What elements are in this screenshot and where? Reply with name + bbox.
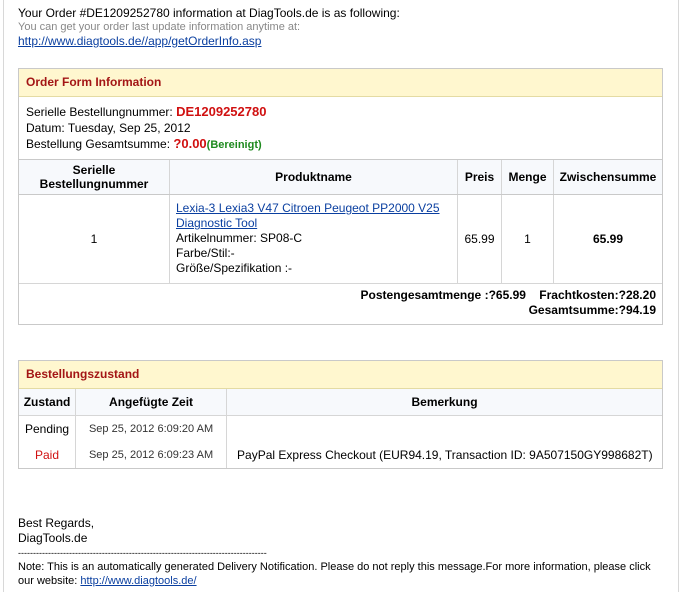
row-subtotal: 65.99	[553, 194, 662, 283]
product-color: Farbe/Stil:-	[176, 246, 235, 261]
intro: Your Order #DE1209252780 information at …	[18, 6, 668, 49]
order-totals: Postengesamtmenge :?65.99 Frachtkosten:?…	[19, 282, 662, 324]
product-size: Größe/Spezifikation :-	[176, 261, 293, 276]
status-remark	[226, 415, 662, 442]
items-header-row: Serielle Bestellungnummer Produktname Pr…	[19, 159, 662, 195]
email-footer: Best Regards, DiagTools.de -------------…	[18, 516, 668, 588]
col-serial: Serielle Bestellungnummer	[19, 159, 170, 195]
order-form-box: Order Form Information Serielle Bestellu…	[18, 68, 663, 325]
col-remark: Bemerkung	[226, 389, 662, 416]
order-form-title: Order Form Information	[19, 69, 662, 97]
col-time: Angefügte Zeit	[75, 389, 227, 416]
regards: Best Regards,	[18, 516, 95, 530]
auto-note: Note: This is an automatically generated…	[18, 560, 668, 588]
total-label: Bestellung Gesamtsumme:	[26, 137, 171, 151]
items-table: Serielle Bestellungnummer Produktname Pr…	[19, 159, 662, 283]
col-state: Zustand	[19, 389, 76, 416]
table-row: Pending Sep 25, 2012 6:09:20 AM	[19, 415, 662, 442]
row-serial: 1	[90, 231, 98, 246]
signature: DiagTools.de	[18, 531, 88, 545]
col-product: Produktname	[169, 159, 458, 195]
order-total-line: Bestellung Gesamtsumme: ?0.00(Bereinigt)	[26, 136, 655, 153]
row-price: 65.99	[457, 194, 502, 283]
total-note: (Bereinigt)	[206, 139, 262, 151]
order-date-line: Datum: Tuesday, Sep 25, 2012	[26, 120, 655, 136]
status-remark: PayPal Express Checkout (EUR94.19, Trans…	[226, 442, 662, 468]
order-total: ?0.00	[173, 136, 207, 151]
status-time: Sep 25, 2012 6:09:23 AM	[75, 442, 227, 468]
table-row: 1 Lexia-3 Lexia3 V47 Citroen Peugeot PP2…	[19, 194, 662, 283]
product-article: Artikelnummer: SP08-C	[176, 231, 303, 246]
order-summary: Serielle Bestellungnummer: DE1209252780 …	[19, 97, 662, 159]
order-number-line: Serielle Bestellungnummer: DE1209252780	[26, 104, 655, 120]
order-number-label: Serielle Bestellungnummer:	[26, 105, 173, 119]
order-date: Tuesday, Sep 25, 2012	[67, 121, 191, 135]
row-product: Lexia-3 Lexia3 V47 Citroen Peugeot PP200…	[169, 194, 458, 283]
col-subtotal: Zwischensumme	[553, 159, 662, 195]
status-time: Sep 25, 2012 6:09:20 AM	[75, 415, 227, 442]
shipping-cost: Frachtkosten:?28.20	[539, 287, 656, 302]
col-qty: Menge	[501, 159, 554, 195]
col-price: Preis	[457, 159, 502, 195]
website-link[interactable]: http://www.diagtools.de/	[80, 575, 196, 587]
status-table: Zustand Angefügte Zeit Bemerkung Pending…	[19, 389, 662, 468]
email-page: Your Order #DE1209252780 information at …	[0, 0, 683, 592]
intro-subtext: You can get your order last update infor…	[18, 21, 301, 33]
order-info-link[interactable]: http://www.diagtools.de//app/getOrderInf…	[18, 34, 261, 48]
order-status-title: Bestellungszustand	[19, 361, 662, 389]
items-total: Postengesamtmenge :?65.99	[360, 287, 526, 302]
divider: ----------------------------------------…	[18, 548, 267, 558]
status-state: Pending	[25, 422, 70, 436]
intro-heading: Your Order #DE1209252780 information at …	[18, 6, 400, 20]
date-label: Datum:	[26, 121, 65, 135]
table-row: Paid Sep 25, 2012 6:09:23 AM PayPal Expr…	[19, 442, 662, 468]
product-link[interactable]: Lexia-3 Lexia3 V47 Citroen Peugeot PP200…	[176, 201, 440, 230]
grand-total: Gesamtsumme:?94.19	[528, 302, 656, 317]
status-header-row: Zustand Angefügte Zeit Bemerkung	[19, 389, 662, 416]
order-status-box: Bestellungszustand Zustand Angefügte Zei…	[18, 360, 663, 469]
row-qty: 1	[501, 194, 554, 283]
order-number: DE1209252780	[176, 104, 267, 119]
status-state: Paid	[35, 448, 60, 462]
